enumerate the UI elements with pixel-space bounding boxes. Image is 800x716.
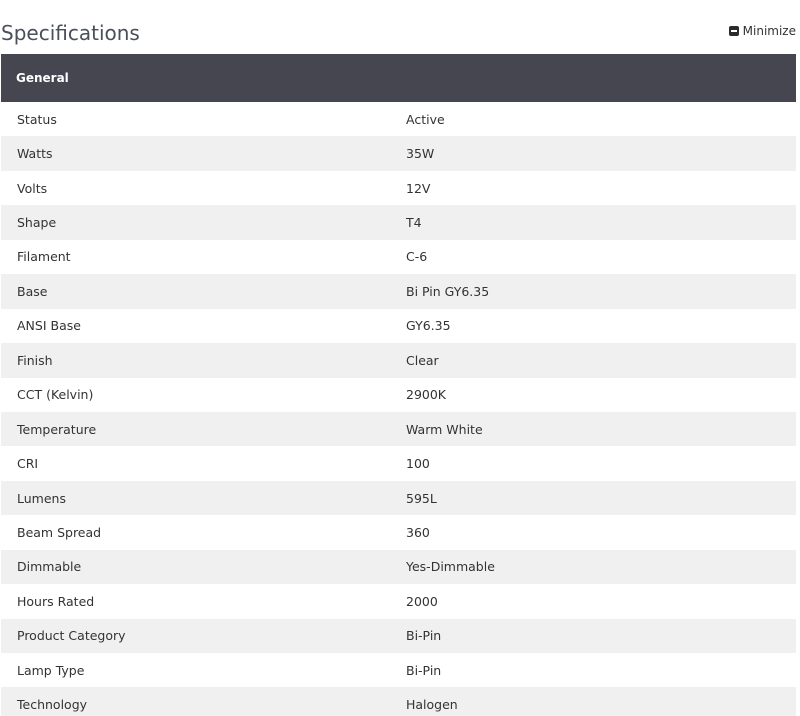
spec-value: 100 — [406, 456, 430, 472]
spec-label: Filament — [17, 249, 71, 265]
spec-value: Bi Pin GY6.35 — [406, 283, 490, 299]
spec-value: 2900K — [406, 387, 447, 403]
page-title: Specifications — [1, 21, 140, 45]
section-header-general: General — [1, 54, 796, 102]
spec-label: CCT (Kelvin) — [17, 387, 94, 403]
spec-value: C-6 — [406, 249, 428, 265]
table-row: Lamp Type Bi-Pin — [1, 653, 796, 687]
spec-label: Finish — [17, 352, 53, 368]
table-row: Hours Rated 2000 — [1, 584, 796, 618]
table-row: CRI 100 — [1, 446, 796, 480]
spec-value: T4 — [406, 215, 422, 231]
spec-value: Clear — [406, 352, 439, 368]
spec-label: Lumens — [17, 490, 66, 506]
spec-label: Product Category — [17, 628, 126, 644]
table-row: Finish Clear — [1, 343, 796, 378]
spec-value: Active — [406, 111, 445, 127]
spec-table: Status Active Watts 35W Volts 12V Shape … — [1, 102, 796, 716]
spec-label: Temperature — [17, 421, 97, 437]
panel-header: Specifications Minimize — [0, 0, 800, 54]
spec-label: Beam Spread — [17, 524, 102, 540]
spec-label: Dimmable — [17, 559, 82, 575]
table-row: Watts 35W — [1, 136, 796, 171]
spec-value: Bi-Pin — [406, 628, 442, 644]
table-row: Lumens 595L — [1, 480, 796, 516]
spec-value: 2000 — [406, 593, 438, 609]
table-row: Dimmable Yes-Dimmable — [1, 549, 796, 585]
spec-label: Technology — [17, 697, 88, 713]
spec-label: ANSI Base — [17, 318, 81, 334]
spec-label: Watts — [17, 146, 53, 162]
minimize-button[interactable]: Minimize — [728, 23, 796, 39]
spec-value: Bi-Pin — [406, 662, 442, 678]
spec-value: Warm White — [406, 421, 483, 437]
spec-label: Hours Rated — [17, 593, 95, 609]
table-row: Filament C-6 — [1, 240, 796, 274]
minimize-label: Minimize — [742, 24, 796, 38]
table-row: Technology Halogen — [1, 687, 796, 716]
table-row: Shape T4 — [1, 205, 796, 240]
spec-value: 35W — [406, 146, 435, 162]
table-row: Temperature Warm White — [1, 411, 796, 447]
spec-label: Base — [17, 283, 48, 299]
section-title: General — [16, 71, 69, 85]
minus-square-icon — [728, 26, 739, 36]
spec-value: 12V — [406, 180, 431, 196]
spec-value: Yes-Dimmable — [406, 559, 495, 575]
specifications-panel: Specifications Minimize General Status A… — [0, 0, 800, 716]
table-row: CCT (Kelvin) 2900K — [1, 378, 796, 412]
spec-label: Lamp Type — [17, 662, 85, 678]
table-row: ANSI Base GY6.35 — [1, 309, 796, 343]
spec-label: CRI — [17, 456, 39, 472]
spec-value: Halogen — [406, 697, 458, 713]
spec-label: Volts — [17, 180, 48, 196]
spec-label: Status — [17, 111, 57, 127]
table-row: Beam Spread 360 — [1, 515, 796, 549]
table-row: Status Active — [1, 102, 796, 136]
table-row: Base Bi Pin GY6.35 — [1, 274, 796, 309]
spec-label: Shape — [17, 215, 57, 231]
table-row: Product Category Bi-Pin — [1, 618, 796, 653]
spec-value: 595L — [406, 490, 437, 506]
spec-value: 360 — [406, 524, 430, 540]
table-row: Volts 12V — [1, 171, 796, 205]
spec-value: GY6.35 — [406, 318, 451, 334]
